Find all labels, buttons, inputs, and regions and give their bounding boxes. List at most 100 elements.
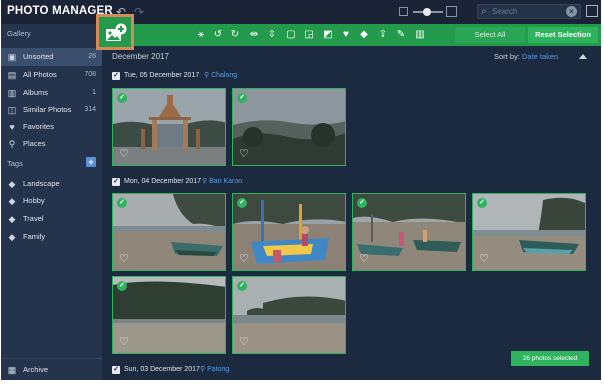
- search-input[interactable]: [492, 5, 562, 18]
- group-checkbox[interactable]: ✓: [112, 366, 120, 374]
- rotate-right-icon[interactable]: ↻: [229, 28, 241, 42]
- sidebar-item-count: 1: [92, 89, 96, 96]
- selected-check-icon[interactable]: ✓: [117, 93, 127, 103]
- action-toolbar: ⚹ ↺ ↻ ⇹ ⇳ ▢ ◲ ◩ ♥ ◆ ⇪ ✎ ▥ Select All Res…: [102, 24, 601, 46]
- flip-vertical-icon[interactable]: ⇳: [266, 28, 278, 42]
- archive-section: ▦ Archive: [1, 358, 102, 380]
- selected-check-icon[interactable]: ✓: [237, 198, 247, 208]
- trash-icon[interactable]: ▥: [414, 28, 426, 42]
- photo-thumbnail[interactable]: ✓ ♡: [352, 193, 466, 271]
- window-menu-icon[interactable]: [586, 5, 598, 17]
- date-group-header[interactable]: ✓ Mon, 04 December 2017 ⚲ Ban Karon: [112, 176, 312, 188]
- tag-label: Travel: [23, 214, 44, 223]
- sidebar-tag-hobby[interactable]: ◆ Hobby: [1, 192, 102, 210]
- sidebar-item-unsorted[interactable]: ▣ Unsorted 26: [1, 48, 102, 66]
- add-tag-button[interactable]: +: [86, 157, 96, 167]
- sort-label: Sort by:: [494, 52, 520, 61]
- group-date: Sun, 03 December 2017: [124, 366, 200, 373]
- group-checkbox[interactable]: ✓: [112, 178, 120, 186]
- favorite-heart-icon[interactable]: ♡: [119, 254, 131, 265]
- sort-control[interactable]: Sort by: Date taken: [494, 52, 558, 61]
- place-label: Patong: [207, 366, 230, 373]
- sidebar-item-label: Similar Photos: [23, 105, 72, 114]
- sidebar-tag-travel[interactable]: ◆ Travel: [1, 210, 102, 228]
- favorite-heart-icon[interactable]: ♡: [479, 254, 491, 265]
- photo-thumbnail[interactable]: ✓ ♡: [112, 88, 226, 166]
- title-bar: PHOTO MANAGER ↶ ↷ ⌕ ×: [1, 0, 601, 24]
- sidebar-item-places[interactable]: ⚲ Places: [1, 135, 102, 153]
- edit-icon[interactable]: ✎: [395, 28, 407, 42]
- zoom-knob[interactable]: [423, 8, 431, 16]
- photo-thumbnail[interactable]: ✓ ♡: [232, 88, 346, 166]
- tag-label: Hobby: [23, 196, 45, 205]
- favorite-heart-icon[interactable]: ♡: [239, 337, 251, 348]
- sidebar-item-albums[interactable]: ▥ Albums 1: [1, 84, 102, 102]
- rotate-left-icon[interactable]: ↺: [212, 28, 224, 42]
- favorite-heart-icon[interactable]: ♡: [119, 337, 131, 348]
- sidebar-item-similar-photos[interactable]: ◫ Similar Photos 314: [1, 101, 102, 119]
- sidebar-tag-family[interactable]: ◆ Family: [1, 228, 102, 246]
- app-window: PHOTO MANAGER ↶ ↷ ⌕ × Gallery ▣ Unsorted…: [1, 0, 601, 380]
- sidebar-item-label: Albums: [23, 88, 49, 97]
- group-place[interactable]: ⚲ Patong: [200, 364, 229, 376]
- group-place[interactable]: ⚲ Ban Karon: [202, 176, 242, 188]
- reset-selection-button[interactable]: Reset Selection: [528, 27, 598, 43]
- clear-search-icon[interactable]: ×: [566, 6, 577, 17]
- tag-icon[interactable]: ◆: [358, 28, 370, 42]
- selected-check-icon[interactable]: ✓: [117, 281, 127, 291]
- tag-label: Family: [23, 232, 46, 241]
- favorite-heart-icon[interactable]: ♡: [239, 149, 251, 160]
- selected-check-icon[interactable]: ✓: [237, 93, 247, 103]
- sidebar-item-favorites[interactable]: ♥ Favorites: [1, 118, 102, 136]
- select-all-button[interactable]: Select All: [455, 27, 525, 43]
- group-checkbox[interactable]: ✓: [112, 72, 120, 80]
- zoom-slider[interactable]: [399, 5, 457, 19]
- favorite-heart-icon[interactable]: ♡: [119, 149, 131, 160]
- tag-icon: ◆: [8, 232, 16, 242]
- sidebar-item-count: 314: [84, 106, 96, 113]
- favorite-heart-icon[interactable]: ♡: [359, 254, 371, 265]
- photo-grid-area: December 2017 Sort by: Date taken ✓ Tue,…: [102, 46, 601, 380]
- zoom-in-icon[interactable]: [446, 6, 457, 17]
- collapse-caret-icon[interactable]: [579, 54, 587, 59]
- selected-check-icon[interactable]: ✓: [237, 281, 247, 291]
- selected-check-icon[interactable]: ✓: [357, 198, 367, 208]
- share-icon[interactable]: ⇪: [377, 28, 389, 42]
- heart-icon[interactable]: ♥: [340, 28, 352, 42]
- inbox-icon: ▣: [7, 52, 17, 62]
- gallery-header: Gallery: [7, 29, 31, 38]
- tag-icon: ◆: [8, 179, 16, 189]
- tag-icon: ◆: [8, 196, 16, 206]
- photo-thumbnail[interactable]: ✓ ♡: [232, 276, 346, 354]
- group-place[interactable]: ⚲ Chalong: [204, 70, 237, 82]
- import-photos-button[interactable]: [96, 14, 134, 50]
- photo-thumbnail[interactable]: ✓ ♡: [112, 193, 226, 271]
- flip-horizontal-icon[interactable]: ⇹: [248, 28, 260, 42]
- place-label: Chalong: [211, 72, 238, 79]
- sidebar-tag-landscape[interactable]: ◆ Landscape: [1, 175, 102, 193]
- crop-icon[interactable]: ▢: [285, 28, 297, 42]
- group-date: Mon, 04 December 2017: [124, 178, 202, 185]
- favorite-heart-icon[interactable]: ♡: [239, 254, 251, 265]
- sidebar-item-count: 26: [88, 53, 96, 60]
- selected-check-icon[interactable]: ✓: [117, 198, 127, 208]
- resize-icon[interactable]: ◲: [303, 28, 315, 42]
- sidebar-item-label: Places: [23, 139, 46, 148]
- tag-label: Landscape: [23, 179, 60, 188]
- magic-wand-icon[interactable]: ⚹: [195, 28, 207, 42]
- sort-value[interactable]: Date taken: [522, 52, 558, 61]
- sidebar: Gallery ▣ Unsorted 26 ▤ All Photos 708 ▥…: [1, 24, 102, 380]
- photo-thumbnail[interactable]: ✓ ♡: [472, 193, 586, 271]
- date-group-header[interactable]: ✓ Sun, 03 December 2017 ⚲ Patong: [112, 364, 312, 376]
- selected-check-icon[interactable]: ✓: [477, 198, 487, 208]
- translate-icon[interactable]: ◩: [322, 28, 334, 42]
- month-header: December 2017: [112, 52, 169, 61]
- album-icon: ▥: [7, 88, 17, 98]
- photo-thumbnail[interactable]: ✓ ♡: [112, 276, 226, 354]
- sidebar-item-archive[interactable]: ▦ Archive: [1, 361, 102, 379]
- photo-thumbnail[interactable]: ✓ ♡: [232, 193, 346, 271]
- sidebar-item-all-photos[interactable]: ▤ All Photos 708: [1, 66, 102, 84]
- zoom-out-icon[interactable]: [399, 7, 408, 16]
- search-box: ⌕ ×: [477, 4, 581, 19]
- date-group-header[interactable]: ✓ Tue, 05 December 2017 ⚲ Chalong: [112, 70, 312, 82]
